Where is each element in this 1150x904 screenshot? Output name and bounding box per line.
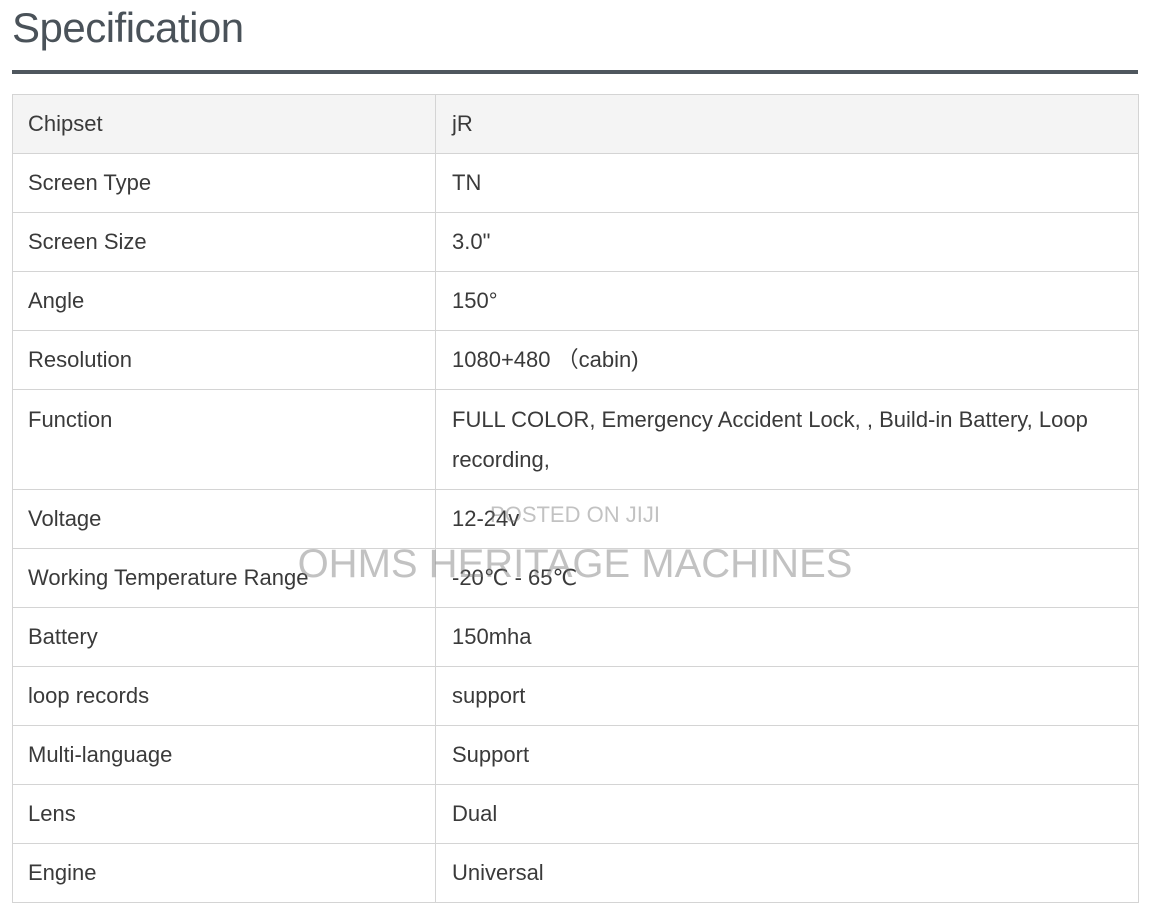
spec-value: Dual — [435, 784, 1139, 844]
table-row: Lens Dual — [12, 784, 1139, 844]
title-divider — [12, 70, 1138, 74]
spec-label: Voltage — [12, 489, 436, 549]
spec-value: jR — [435, 94, 1139, 154]
spec-value: FULL COLOR, Emergency Accident Lock, , B… — [435, 389, 1139, 490]
table-row: loop records support — [12, 666, 1139, 726]
spec-label: Resolution — [12, 330, 436, 390]
spec-value: 150° — [435, 271, 1139, 331]
spec-value: 150mha — [435, 607, 1139, 667]
spec-label: Screen Size — [12, 212, 436, 272]
spec-value: support — [435, 666, 1139, 726]
spec-label: loop records — [12, 666, 436, 726]
table-row: Engine Universal — [12, 843, 1139, 903]
spec-label: Engine — [12, 843, 436, 903]
table-row: Chipset jR — [12, 94, 1139, 154]
table-row: Resolution 1080+480 （cabin) — [12, 330, 1139, 390]
table-row: Voltage 12-24v — [12, 489, 1139, 549]
spec-value: 12-24v — [435, 489, 1139, 549]
table-row: Multi-language Support — [12, 725, 1139, 785]
spec-label: Lens — [12, 784, 436, 844]
spec-label: Working Temperature Range — [12, 548, 436, 608]
table-row: Screen Type TN — [12, 153, 1139, 213]
table-row: Screen Size 3.0" — [12, 212, 1139, 272]
spec-value: Universal — [435, 843, 1139, 903]
table-row: Function FULL COLOR, Emergency Accident … — [12, 389, 1139, 490]
spec-label: Chipset — [12, 94, 436, 154]
spec-label: Angle — [12, 271, 436, 331]
spec-value: -20℃ - 65℃ — [435, 548, 1139, 608]
table-row: Battery 150mha — [12, 607, 1139, 667]
spec-label: Function — [12, 389, 436, 490]
table-row: Angle 150° — [12, 271, 1139, 331]
spec-value: 1080+480 （cabin) — [435, 330, 1139, 390]
spec-label: Multi-language — [12, 725, 436, 785]
spec-label: Screen Type — [12, 153, 436, 213]
spec-value: 3.0" — [435, 212, 1139, 272]
spec-value: Support — [435, 725, 1139, 785]
page-title: Specification — [12, 4, 244, 51]
spec-value: TN — [435, 153, 1139, 213]
spec-label: Battery — [12, 607, 436, 667]
table-row: Working Temperature Range -20℃ - 65℃ — [12, 548, 1139, 608]
specification-table: Chipset jR Screen Type TN Screen Size 3.… — [12, 94, 1139, 903]
